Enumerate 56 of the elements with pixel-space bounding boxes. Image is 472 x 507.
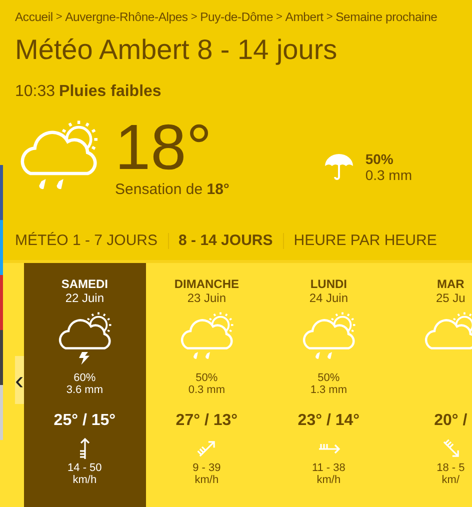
- rain-amount: 0.3 mm: [188, 384, 226, 396]
- rain-chance: 60%: [74, 372, 96, 384]
- forecast-tab[interactable]: MÉTÉO 1 - 7 JOURS: [15, 232, 168, 249]
- current-condition: Pluies faibles: [59, 83, 162, 101]
- selected-day-column[interactable]: SAMEDI 22 Juin 60% 3.6 mm 25° / 15° 14 - 50 km/h: [24, 263, 146, 507]
- day-column[interactable]: LUNDI 24 Juin 50% 1.3 mm 23° / 14° 11 - 38 km/h: [268, 263, 390, 507]
- day-date: 24 Juin: [309, 291, 348, 305]
- breadcrumb-separator: >: [326, 10, 333, 25]
- page-title: Météo Ambert 8 - 14 jours: [15, 34, 338, 66]
- temperature-range: 27° / 13°: [176, 412, 238, 430]
- breadcrumb-link[interactable]: Accueil: [15, 10, 53, 25]
- wind-speed: 18 - 5: [436, 462, 465, 474]
- wind-speed: 11 - 38: [312, 462, 346, 474]
- share-button[interactable]: [0, 385, 3, 440]
- current-time: 10:33: [15, 83, 56, 101]
- breadcrumb-separator: >: [190, 10, 198, 25]
- breadcrumb-link[interactable]: Auvergne-Rhône-Alpes: [65, 10, 188, 25]
- breadcrumb-separator: >: [56, 10, 62, 25]
- wind-unit: km/h: [194, 474, 219, 486]
- temperature-range: 23° / 14°: [298, 412, 360, 430]
- share-button[interactable]: [0, 165, 3, 220]
- day-name: DIMANCHE: [174, 277, 239, 291]
- wind-unit: km/h: [72, 474, 97, 486]
- day-column[interactable]: DIMANCHE 23 Juin 50% 0.3 mm 27° / 13° 9 - 39 km/h: [146, 263, 268, 507]
- day-column[interactable]: MAR 25 Ju 20° / 18 - 5 km/: [390, 263, 472, 507]
- forecast-tab[interactable]: HEURE PAR HEURE: [284, 232, 447, 249]
- breadcrumb-link[interactable]: Ambert: [285, 10, 324, 25]
- wind-unit: km/h: [316, 474, 341, 486]
- rain-amount: 0.3 mm: [365, 167, 412, 183]
- day-date: 22 Juin: [65, 291, 104, 305]
- wind-speed: 14 - 50: [68, 462, 102, 474]
- wind-speed: 9 - 39: [192, 462, 221, 474]
- rain-chance: 50%: [365, 151, 394, 167]
- rain-amount: 3.6 mm: [66, 384, 104, 396]
- breadcrumb-separator: >: [276, 10, 282, 25]
- umbrella-icon: [323, 151, 356, 183]
- share-button[interactable]: [0, 275, 3, 330]
- breadcrumb-link[interactable]: Puy-de-Dôme: [200, 10, 274, 25]
- day-date: 23 Juin: [187, 291, 226, 305]
- feels-like-text: Sensation de 18°: [115, 181, 230, 198]
- day-date: 25 Ju: [436, 291, 466, 305]
- day-name: LUNDI: [310, 277, 347, 291]
- rain-chance: 50%: [196, 372, 218, 384]
- rain-amount: 1.3 mm: [310, 384, 348, 396]
- wind-unit: km/: [442, 474, 460, 486]
- breadcrumb-link[interactable]: Semaine prochaine: [336, 10, 438, 25]
- day-name: SAMEDI: [61, 277, 108, 291]
- current-temperature: 18°: [115, 115, 213, 179]
- previous-button[interactable]: ‹: [15, 356, 24, 404]
- forecast-tab[interactable]: 8 - 14 JOURS: [168, 232, 283, 249]
- rain-chance: 50%: [318, 372, 340, 384]
- day-name: MAR: [437, 277, 464, 291]
- share-button[interactable]: [0, 220, 3, 275]
- share-button[interactable]: [0, 330, 3, 385]
- temperature-range: 25° / 15°: [54, 412, 116, 430]
- temperature-range: 20° /: [434, 412, 468, 430]
